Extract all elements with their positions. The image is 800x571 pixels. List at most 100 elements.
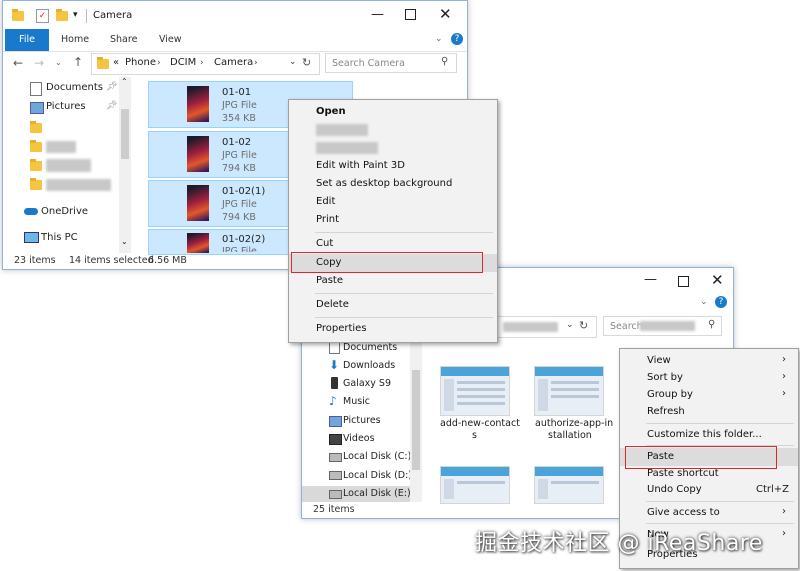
folder-icon — [30, 178, 42, 190]
search-input[interactable]: Search Camera — [325, 53, 457, 73]
breadcrumb-separator-icon: › — [254, 58, 258, 68]
nav-downloads[interactable]: Downloads — [343, 360, 395, 371]
title-bar: ✓ ▾ Camera — ✕ — [3, 1, 467, 31]
nav-this-pc[interactable]: This PC — [41, 232, 78, 243]
nav-local-disk-d[interactable]: Local Disk (D:) — [343, 470, 412, 481]
tab-share[interactable]: Share — [110, 29, 137, 51]
image-thumbnail — [187, 86, 209, 122]
up-icon[interactable]: ↑ — [73, 55, 83, 69]
forward-icon[interactable]: → — [34, 56, 44, 70]
tab-file[interactable]: File — [5, 29, 49, 51]
scroll-down-icon[interactable]: ⌄ — [121, 237, 128, 246]
refresh-icon[interactable]: ↻ — [302, 56, 311, 69]
item-count: 25 items — [313, 504, 355, 515]
close-icon[interactable]: ✕ — [439, 5, 452, 23]
tab-view[interactable]: View — [159, 29, 182, 51]
nav-music[interactable]: Music — [343, 396, 370, 407]
image-thumbnail[interactable] — [440, 366, 510, 416]
menu-customize-folder[interactable]: Customize this folder... — [620, 426, 798, 444]
menu-group-by[interactable]: Group by — [620, 386, 798, 404]
quick-access-folder-icon[interactable] — [12, 9, 24, 21]
address-dropdown-icon[interactable]: ⌄ — [289, 57, 297, 67]
menu-view[interactable]: View — [620, 352, 798, 370]
refresh-icon[interactable]: ↻ — [579, 319, 588, 332]
image-thumbnail[interactable] — [440, 466, 510, 504]
breadcrumb-phone[interactable]: Phone — [125, 57, 156, 68]
nav-pictures[interactable]: Pictures — [46, 101, 86, 112]
ribbon-expand-icon[interactable]: ⌄ — [700, 297, 708, 307]
recent-locations-icon[interactable]: ⌄ — [55, 58, 62, 67]
scroll-up-icon[interactable]: ⌃ — [121, 77, 128, 86]
help-icon[interactable]: ? — [715, 296, 727, 308]
nav-scrollbar[interactable] — [410, 340, 422, 502]
menu-cut[interactable]: Cut — [289, 235, 497, 253]
customize-toolbar-icon[interactable]: ▾ — [73, 10, 78, 20]
new-folder-icon[interactable] — [56, 9, 68, 21]
close-icon[interactable]: ✕ — [711, 271, 724, 289]
documents-icon — [30, 82, 42, 96]
selected-count: 14 items selected — [69, 255, 154, 266]
menu-separator — [315, 293, 493, 294]
address-dropdown-icon[interactable]: ⌄ — [566, 320, 574, 330]
menu-set-desktop-background[interactable]: Set as desktop background — [289, 175, 497, 193]
nav-local-disk-c[interactable]: Local Disk (C:) — [343, 451, 411, 462]
menu-separator — [646, 523, 794, 524]
image-thumbnail[interactable] — [534, 366, 604, 416]
menu-edit-paint3d[interactable]: Edit with Paint 3D — [289, 157, 497, 175]
pin-icon[interactable]: 📌︎ — [106, 82, 117, 92]
file-type: JPG File — [222, 100, 257, 111]
search-icon[interactable]: ⚲ — [708, 319, 715, 330]
search-icon[interactable]: ⚲ — [441, 56, 448, 67]
folder-icon — [30, 159, 42, 171]
menu-give-access[interactable]: Give access to — [620, 504, 798, 522]
checkmark-icon[interactable]: ✓ — [36, 9, 49, 23]
pin-icon[interactable]: 📌︎ — [106, 101, 117, 111]
redacted-folder-name — [46, 159, 91, 172]
downloads-icon: ⬇ — [329, 358, 340, 372]
help-icon[interactable]: ? — [451, 33, 463, 45]
back-icon[interactable]: ← — [13, 56, 23, 70]
pictures-icon — [30, 102, 44, 114]
maximize-icon[interactable] — [678, 276, 689, 287]
grid-item-label[interactable]: authorize-app-in — [535, 418, 613, 429]
copy-highlight-box — [291, 252, 483, 273]
undo-shortcut: Ctrl+Z — [756, 484, 790, 495]
ribbon-expand-icon[interactable]: ⌄ — [435, 34, 443, 44]
nav-videos[interactable]: Videos — [343, 433, 375, 444]
nav-documents[interactable]: Documents — [343, 342, 397, 353]
menu-print[interactable]: Print — [289, 211, 497, 229]
menu-properties[interactable]: Properties — [289, 320, 497, 338]
nav-pictures[interactable]: Pictures — [343, 415, 381, 426]
menu-edit[interactable]: Edit — [289, 193, 497, 211]
menu-refresh[interactable]: Refresh — [620, 403, 798, 421]
window-title: Camera — [93, 10, 133, 21]
folder-icon — [30, 140, 42, 152]
nav-local-disk-e[interactable]: Local Disk (E:) — [343, 488, 411, 499]
redacted-menu-item — [316, 124, 368, 136]
image-thumbnail[interactable] — [534, 466, 604, 504]
nav-documents[interactable]: Documents — [46, 82, 103, 93]
nav-scroll-thumb[interactable] — [121, 109, 129, 159]
this-pc-icon — [24, 232, 39, 243]
breadcrumb-camera[interactable]: Camera — [214, 57, 253, 68]
menu-delete[interactable]: Delete — [289, 296, 497, 314]
nav-scrollbar[interactable]: ⌃ ⌄ — [119, 77, 131, 253]
nav-onedrive[interactable]: OneDrive — [41, 206, 88, 217]
nav-galaxy-s9[interactable]: Galaxy S9 — [343, 378, 391, 389]
nav-scroll-thumb[interactable] — [412, 370, 420, 470]
phone-icon — [331, 377, 338, 389]
file-type: JPG File — [222, 199, 257, 210]
image-thumbnail — [187, 185, 209, 221]
menu-paste[interactable]: Paste — [289, 272, 497, 290]
address-bar[interactable]: « Phone › DCIM › Camera › ⌄ ↻ — [91, 53, 320, 75]
minimize-icon[interactable]: — — [371, 7, 384, 22]
breadcrumb-dcim[interactable]: DCIM — [170, 57, 196, 68]
minimize-icon[interactable]: — — [644, 272, 657, 287]
address-bar[interactable]: ⌄ ↻ — [482, 316, 597, 338]
tab-home[interactable]: Home — [61, 29, 89, 51]
menu-open[interactable]: Open — [289, 103, 497, 121]
menu-separator — [646, 501, 794, 502]
menu-sort-by[interactable]: Sort by — [620, 369, 798, 387]
grid-item-label[interactable]: add-new-contact — [440, 418, 520, 429]
maximize-icon[interactable] — [405, 9, 416, 20]
